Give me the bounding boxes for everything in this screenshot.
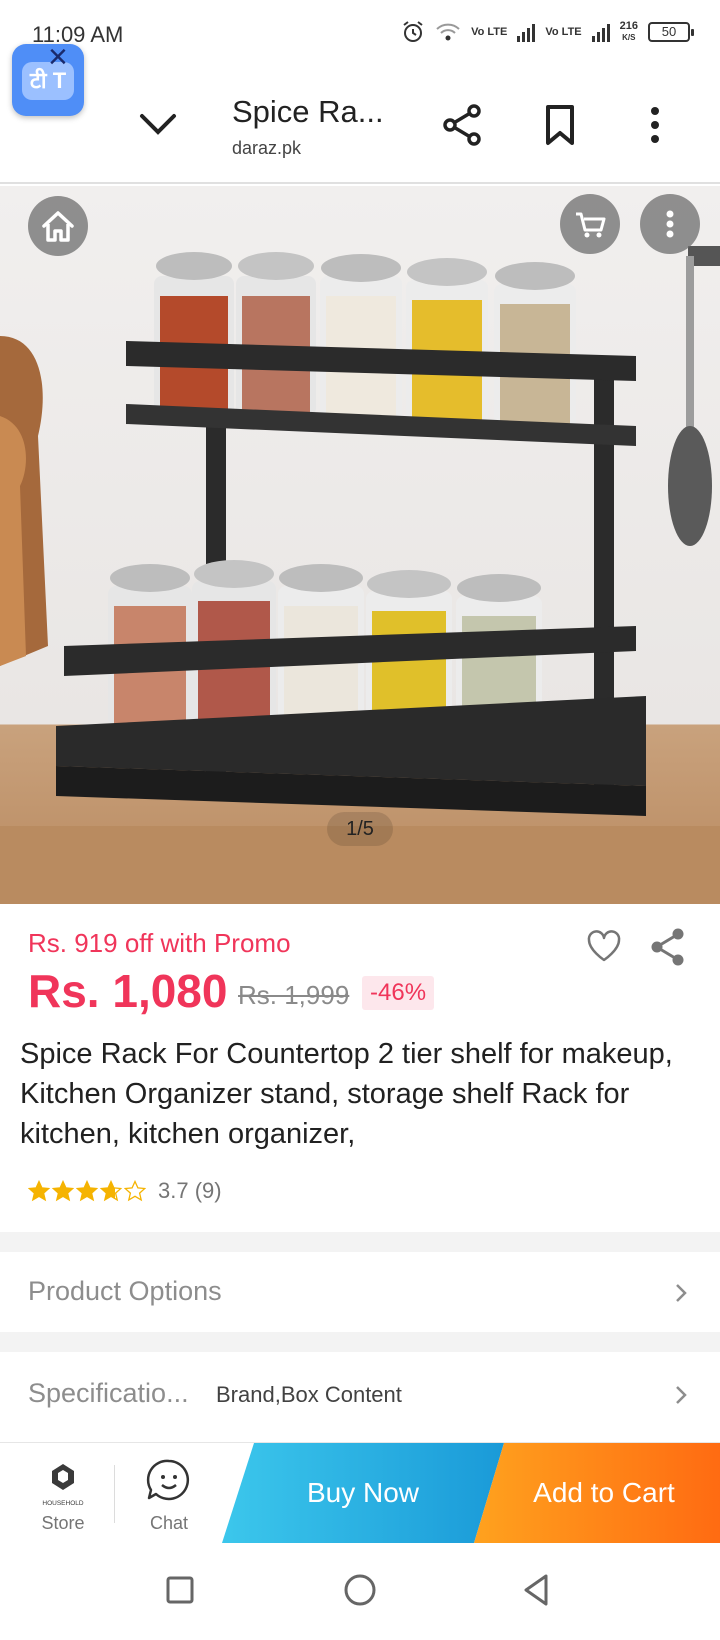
net-speed: 216 K/S <box>619 20 638 43</box>
discount-badge: -46% <box>362 976 435 1010</box>
chevron-right-icon <box>676 1284 687 1302</box>
product-rating[interactable]: 3.7 (9) <box>28 1178 222 1204</box>
star-icon <box>76 1180 98 1202</box>
more-options-button[interactable] <box>640 194 700 254</box>
product-action-bar: HOUSEHOLD Store Chat Buy Now Add to Cart <box>0 1442 720 1544</box>
alarm-icon <box>403 21 423 42</box>
share-icon[interactable] <box>440 102 486 148</box>
store-label: Store <box>41 1513 85 1533</box>
star-icon <box>124 1180 146 1202</box>
star-icon <box>100 1180 122 1202</box>
store-logo-icon: HOUSEHOLD <box>42 1464 84 1507</box>
share-icon[interactable] <box>648 926 688 968</box>
browser-toolbar: Spice Ra... daraz.pk <box>0 72 720 184</box>
buy-now-button[interactable]: Buy Now <box>222 1443 504 1543</box>
network-2-label: Vo LTE <box>545 25 582 38</box>
add-to-cart-button[interactable]: Add to Cart <box>474 1443 720 1543</box>
product-options-label: Product Options <box>28 1276 222 1306</box>
star-icon <box>28 1180 50 1202</box>
battery-icon: 50 <box>648 22 694 42</box>
chevron-down-icon[interactable] <box>138 110 178 140</box>
star-icon <box>52 1180 74 1202</box>
product-title: Spice Rack For Countertop 2 tier shelf f… <box>20 1038 673 1150</box>
page-title[interactable]: Spice Ra... <box>232 94 384 130</box>
chevron-right-icon <box>676 1386 687 1404</box>
network-1-label: Vo LTE <box>471 25 508 38</box>
section-divider <box>0 1232 720 1252</box>
store-logo-text: HOUSEHOLD <box>42 1500 83 1507</box>
translate-bubble[interactable]: टी T × <box>12 40 84 116</box>
close-icon[interactable]: × <box>48 40 68 74</box>
store-button[interactable]: HOUSEHOLD Store <box>22 1457 104 1541</box>
chat-icon <box>146 1459 190 1501</box>
chat-button[interactable]: Chat <box>128 1457 210 1541</box>
product-image <box>0 246 720 904</box>
signal-2-icon <box>591 22 610 42</box>
more-vert-icon[interactable] <box>640 102 670 148</box>
page-domain[interactable]: daraz.pk <box>232 138 301 159</box>
cart-icon <box>576 212 606 238</box>
product-options-row[interactable]: Product Options <box>0 1252 720 1332</box>
cart-button[interactable] <box>560 194 620 254</box>
specifications-value: Brand,Box Content <box>216 1382 402 1407</box>
status-icons: Vo LTE Vo LTE 216 K/S 50 <box>401 20 694 44</box>
home-icon <box>42 211 74 242</box>
promo-text: Rs. 919 off with Promo <box>28 928 291 958</box>
rating-stars <box>28 1180 146 1202</box>
recents-icon[interactable] <box>164 1574 196 1606</box>
bookmark-icon[interactable] <box>540 102 580 148</box>
section-divider <box>0 1332 720 1352</box>
more-vert-icon <box>666 210 674 238</box>
rating-text: 3.7 (9) <box>158 1178 222 1203</box>
divider <box>114 1465 115 1523</box>
system-navigation-bar <box>0 1544 720 1640</box>
heart-icon[interactable] <box>585 928 623 964</box>
back-icon[interactable] <box>520 1572 554 1608</box>
original-price: Rs. 1,999 <box>238 980 350 1010</box>
specifications-row[interactable]: Specificatio... Brand,Box Content <box>0 1352 720 1440</box>
current-price: Rs. 1,080 <box>28 965 228 1017</box>
product-image-gallery[interactable]: 1/5 <box>0 186 720 904</box>
status-bar: 11:09 AM Vo LTE Vo LTE 216 K/S 50 <box>0 0 720 72</box>
chat-label: Chat <box>149 1513 189 1533</box>
home-circle-icon[interactable] <box>342 1572 378 1608</box>
home-button[interactable] <box>28 196 88 256</box>
image-counter: 1/5 <box>327 812 393 846</box>
specifications-label: Specificatio... <box>28 1378 189 1408</box>
wifi-icon <box>436 23 460 41</box>
signal-1-icon <box>517 22 536 42</box>
